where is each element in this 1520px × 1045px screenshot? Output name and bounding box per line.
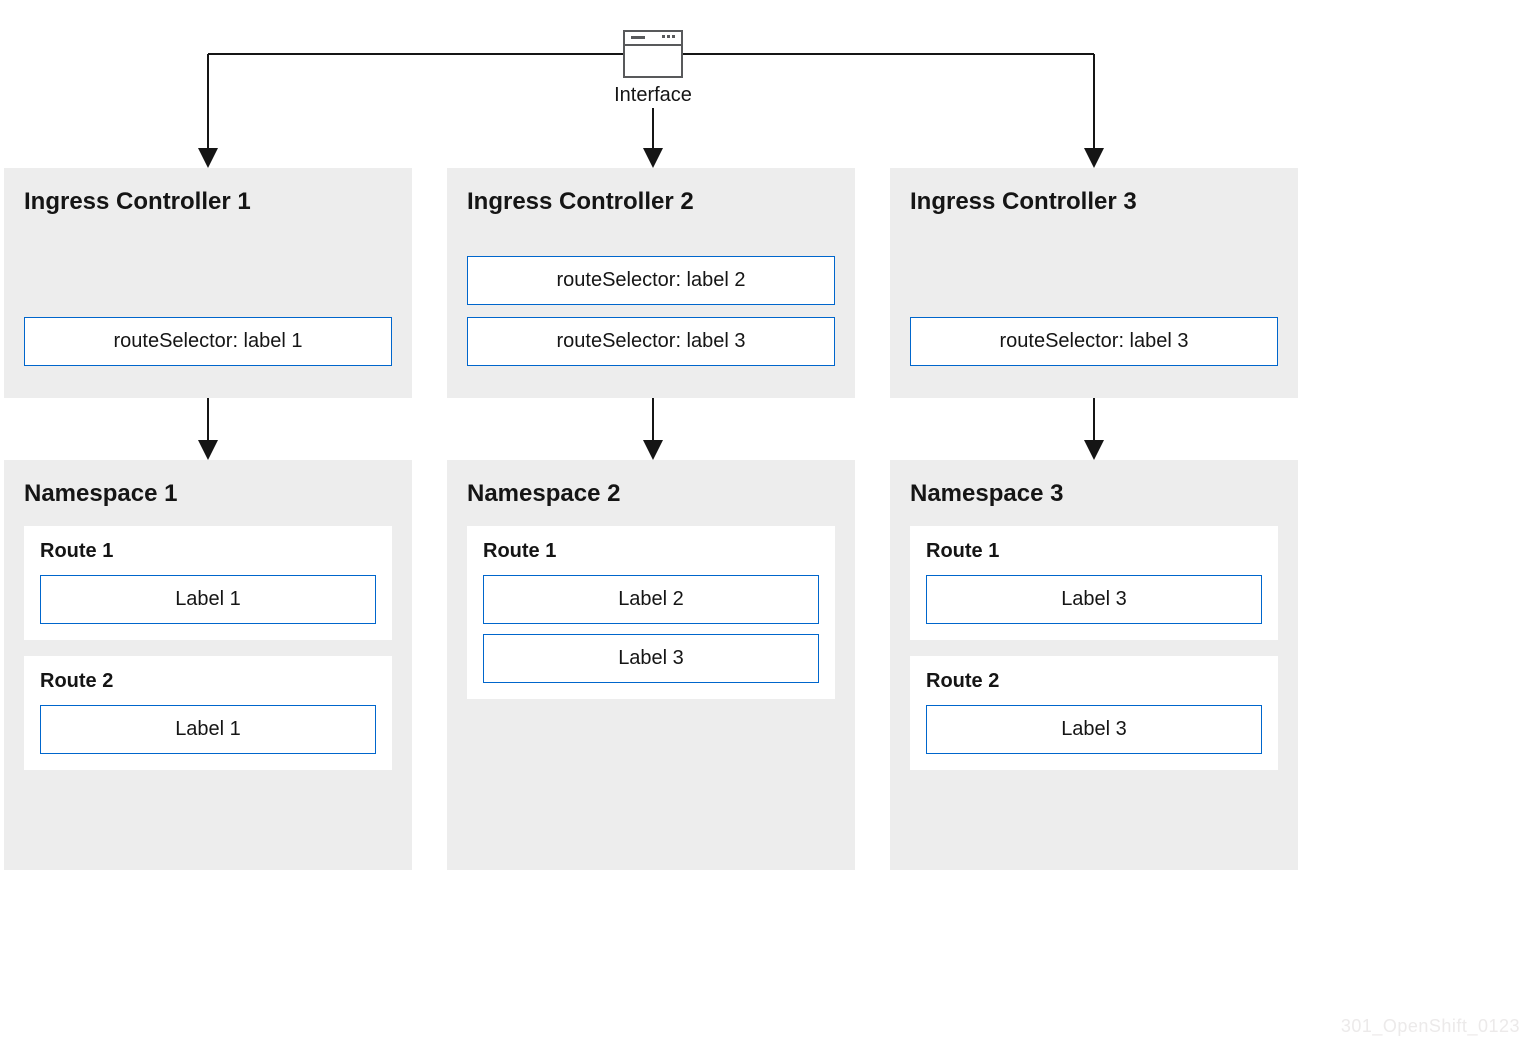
route-box: Route 1 Label 3 — [910, 526, 1278, 640]
namespace-2-title: Namespace 2 — [467, 480, 835, 508]
route-title: Route 2 — [926, 670, 1262, 693]
label-chip: Label 3 — [483, 634, 819, 683]
namespace-3-box: Namespace 3 Route 1 Label 3 Route 2 Labe… — [890, 460, 1298, 870]
route-title: Route 1 — [926, 540, 1262, 563]
route-title: Route 1 — [483, 540, 819, 563]
route-selector-chip: routeSelector: label 3 — [467, 317, 835, 366]
route-box: Route 2 Label 3 — [910, 656, 1278, 770]
watermark-text: 301_OpenShift_0123 — [1341, 1016, 1520, 1037]
ingress-controller-2-title: Ingress Controller 2 — [467, 188, 835, 216]
ingress-controller-1-title: Ingress Controller 1 — [24, 188, 392, 216]
route-box: Route 1 Label 1 — [24, 526, 392, 640]
label-chip: Label 1 — [40, 705, 376, 754]
label-chip: Label 1 — [40, 575, 376, 624]
ingress-controller-2-box: Ingress Controller 2 routeSelector: labe… — [447, 168, 855, 398]
route-selector-chip: routeSelector: label 1 — [24, 317, 392, 366]
ingress-controller-3-title: Ingress Controller 3 — [910, 188, 1278, 216]
interface-label: Interface — [600, 84, 706, 107]
ingress-controller-1-box: Ingress Controller 1 routeSelector: labe… — [4, 168, 412, 398]
namespace-1-box: Namespace 1 Route 1 Label 1 Route 2 Labe… — [4, 460, 412, 870]
route-selector-chip: routeSelector: label 3 — [910, 317, 1278, 366]
label-chip: Label 3 — [926, 705, 1262, 754]
label-chip: Label 3 — [926, 575, 1262, 624]
interface-icon — [623, 30, 683, 78]
namespace-2-box: Namespace 2 Route 1 Label 2 Label 3 — [447, 460, 855, 870]
namespace-3-title: Namespace 3 — [910, 480, 1278, 508]
route-box: Route 2 Label 1 — [24, 656, 392, 770]
route-title: Route 2 — [40, 670, 376, 693]
namespace-1-title: Namespace 1 — [24, 480, 392, 508]
route-title: Route 1 — [40, 540, 376, 563]
route-box: Route 1 Label 2 Label 3 — [467, 526, 835, 699]
label-chip: Label 2 — [483, 575, 819, 624]
route-selector-chip: routeSelector: label 2 — [467, 256, 835, 305]
ingress-controller-3-box: Ingress Controller 3 routeSelector: labe… — [890, 168, 1298, 398]
